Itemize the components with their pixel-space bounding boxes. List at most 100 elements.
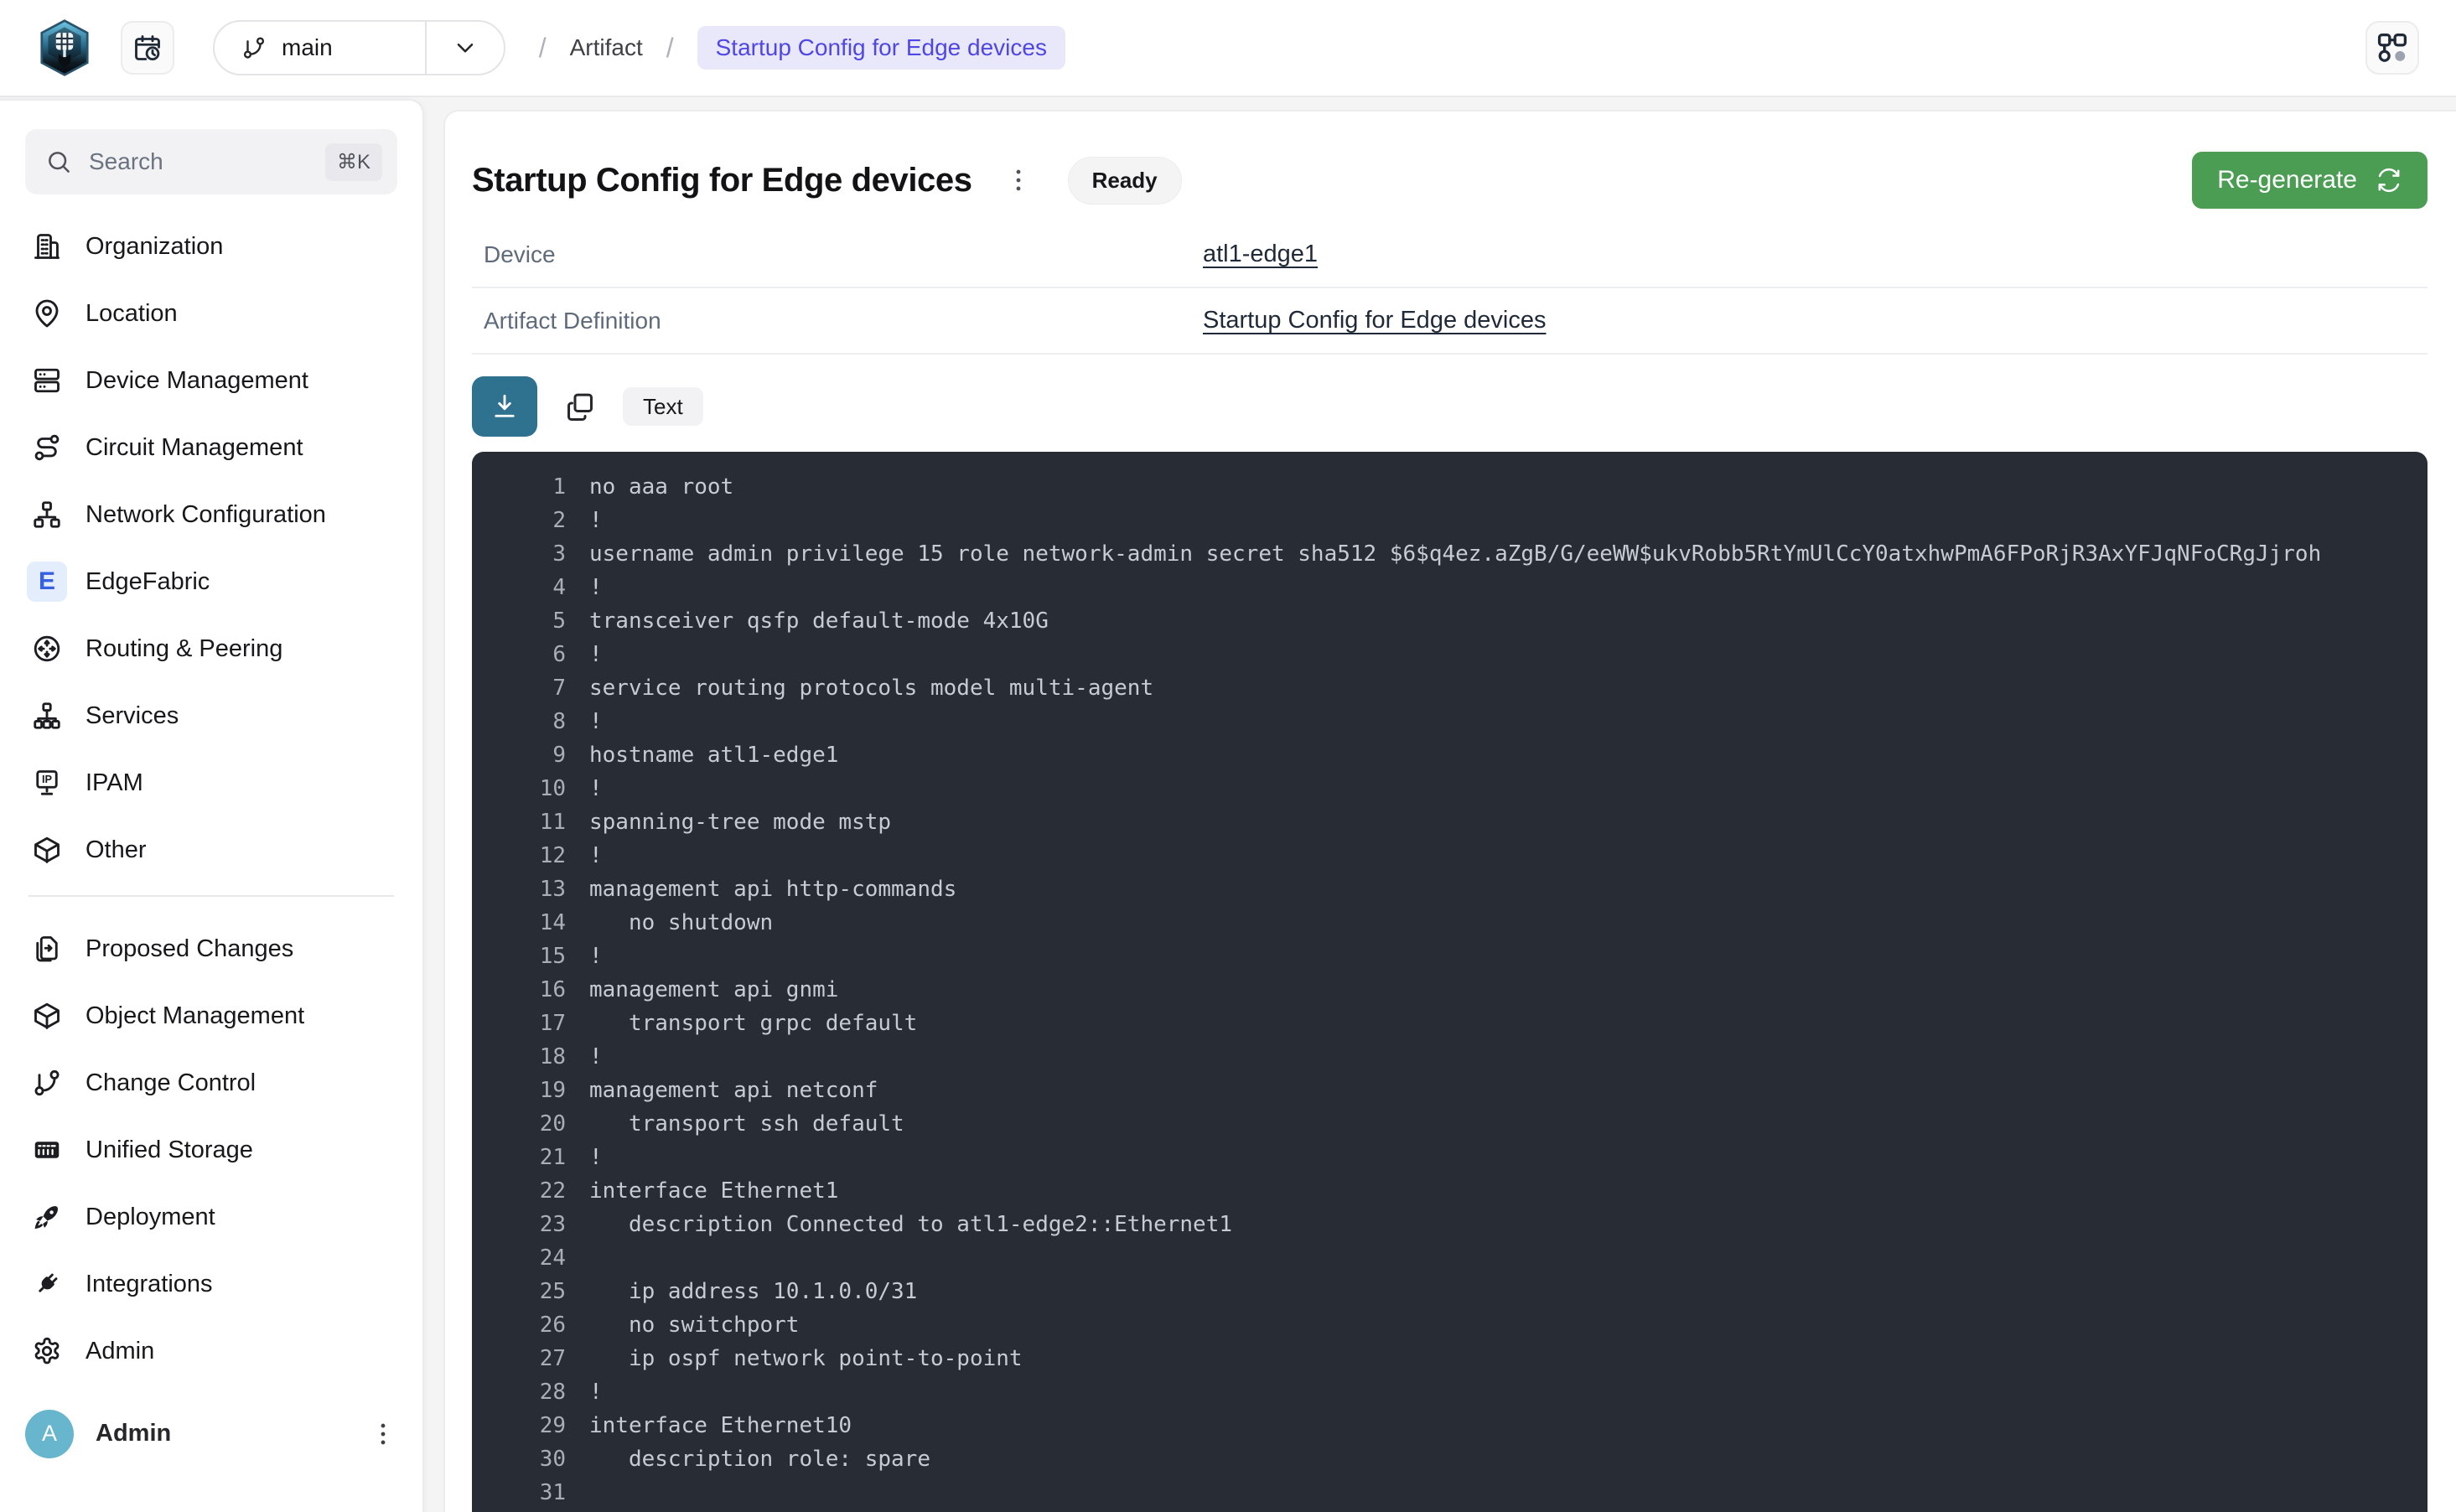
sidebar-nav-secondary: Proposed Changes Object Management Chang…	[25, 915, 397, 1385]
sidebar-item-admin[interactable]: Admin	[25, 1318, 397, 1385]
title-kebab-icon[interactable]	[1004, 166, 1033, 194]
line-text: !	[589, 709, 603, 734]
meta-value-link[interactable]: atl1-edge1	[1203, 241, 1318, 268]
refresh-icon	[2376, 167, 2402, 194]
sidebar-item-routing-peering[interactable]: Routing & Peering	[25, 615, 397, 682]
sidebar-item-proposed-changes[interactable]: Proposed Changes	[25, 915, 397, 982]
search-input[interactable]: Search ⌘K	[25, 129, 397, 194]
rocket-icon	[32, 1202, 62, 1232]
sidebar-item-network-configuration[interactable]: Network Configuration	[25, 481, 397, 548]
line-text: !	[589, 944, 603, 969]
line-number: 5	[494, 608, 566, 634]
code-line: 18 !	[494, 1040, 2428, 1074]
code-line: 4 !	[494, 571, 2428, 604]
search-shortcut: ⌘K	[325, 143, 382, 181]
user-row[interactable]: A Admin	[25, 1394, 397, 1473]
code-line: 3 username admin privilege 15 role netwo…	[494, 537, 2428, 571]
code-line: 12 !	[494, 839, 2428, 873]
top-bar: main / Artifact / Startup Config for Edg…	[0, 0, 2456, 97]
branch-selector[interactable]: main	[213, 20, 505, 75]
line-text: hostname atl1-edge1	[589, 743, 838, 768]
sidebar-item-device-management[interactable]: Device Management	[25, 347, 397, 414]
app-logo-icon[interactable]	[39, 19, 91, 76]
app-screen: main / Artifact / Startup Config for Edg…	[0, 0, 2456, 1512]
cube-icon	[32, 835, 62, 865]
branch-selector-dropdown[interactable]	[427, 22, 504, 74]
schedule-button[interactable]	[121, 21, 174, 75]
download-button[interactable]	[472, 376, 537, 437]
user-menu-kebab-icon[interactable]	[369, 1420, 397, 1448]
sidebar-item-unified-storage[interactable]: Unified Storage	[25, 1116, 397, 1183]
code-line: 8 !	[494, 705, 2428, 738]
line-number: 8	[494, 709, 566, 734]
line-number: 22	[494, 1178, 566, 1204]
building-icon	[32, 231, 62, 261]
regenerate-button[interactable]: Re-generate	[2192, 152, 2428, 209]
format-toggle-text[interactable]: Text	[623, 387, 703, 426]
search-icon	[45, 148, 72, 175]
line-text: !	[589, 642, 603, 667]
sidebar-item-organization[interactable]: Organization	[25, 213, 397, 280]
line-text: !	[589, 575, 603, 600]
line-number: 15	[494, 944, 566, 969]
line-text: ip ospf network point-to-point	[589, 1346, 1023, 1371]
code-line: 13 management api http-commands	[494, 873, 2428, 906]
line-number: 31	[494, 1480, 566, 1505]
line-text: !	[589, 1044, 603, 1069]
meta-value-link[interactable]: Startup Config for Edge devices	[1203, 307, 1546, 334]
sidebar-item-change-control[interactable]: Change Control	[25, 1049, 397, 1116]
regenerate-label: Re-generate	[2217, 166, 2357, 194]
line-text: no aaa root	[589, 474, 733, 500]
code-line: 11 spanning-tree mode mstp	[494, 805, 2428, 839]
line-number: 17	[494, 1011, 566, 1036]
line-number: 9	[494, 743, 566, 768]
line-number: 27	[494, 1346, 566, 1371]
sidebar-item-edgefabric[interactable]: E EdgeFabric	[25, 548, 397, 615]
sidebar-item-location[interactable]: Location	[25, 280, 397, 347]
sidebar-item-integrations[interactable]: Integrations	[25, 1251, 397, 1318]
chevron-down-icon	[452, 34, 479, 61]
code-line: 1 no aaa root	[494, 470, 2428, 504]
branch-selector-current[interactable]: main	[215, 22, 425, 74]
breadcrumb-current[interactable]: Startup Config for Edge devices	[697, 26, 1065, 70]
code-line: 29 interface Ethernet10	[494, 1409, 2428, 1442]
line-number: 10	[494, 776, 566, 801]
plug-icon	[32, 1269, 62, 1299]
line-text: management api gnmi	[589, 977, 838, 1002]
code-line: 30 description role: spare	[494, 1442, 2428, 1476]
code-line: 7 service routing protocols model multi-…	[494, 671, 2428, 705]
line-number: 23	[494, 1212, 566, 1237]
copy-button[interactable]	[561, 387, 599, 426]
sidebar-item-circuit-management[interactable]: Circuit Management	[25, 414, 397, 481]
line-number: 24	[494, 1245, 566, 1271]
sidebar-item-deployment[interactable]: Deployment	[25, 1183, 397, 1251]
code-line: 14 no shutdown	[494, 906, 2428, 940]
sidebar-item-ipam[interactable]: IP IPAM	[25, 749, 397, 816]
sidebar-item-object-management[interactable]: Object Management	[25, 982, 397, 1049]
code-block[interactable]: 1 no aaa root 2 ! 3 username admin privi…	[472, 452, 2428, 1512]
route-icon	[32, 432, 62, 463]
code-line: 31	[494, 1476, 2428, 1509]
line-number: 6	[494, 642, 566, 667]
ip-monitor-icon: IP	[32, 768, 62, 798]
line-text: !	[589, 843, 603, 868]
format-toggle-label: Text	[643, 394, 683, 420]
line-text: transport grpc default	[589, 1011, 917, 1036]
line-text: service routing protocols model multi-ag…	[589, 676, 1153, 701]
workflow-status-icon	[2375, 30, 2410, 65]
code-line: 16 management api gnmi	[494, 973, 2428, 1007]
calendar-clock-icon	[132, 33, 163, 63]
line-text: description role: spare	[589, 1447, 930, 1472]
breadcrumb-artifact[interactable]: Artifact	[570, 34, 643, 61]
code-line: 15 !	[494, 940, 2428, 973]
sidebar-item-other[interactable]: Other	[25, 816, 397, 883]
line-text: transport ssh default	[589, 1111, 904, 1137]
status-badge: Ready	[1068, 157, 1182, 205]
line-number: 4	[494, 575, 566, 600]
server-icon	[32, 365, 62, 396]
line-number: 25	[494, 1279, 566, 1304]
workflow-status-button[interactable]	[2365, 21, 2419, 75]
sidebar-item-services[interactable]: Services	[25, 682, 397, 749]
code-line: 27 ip ospf network point-to-point	[494, 1342, 2428, 1375]
code-line: 24	[494, 1241, 2428, 1275]
